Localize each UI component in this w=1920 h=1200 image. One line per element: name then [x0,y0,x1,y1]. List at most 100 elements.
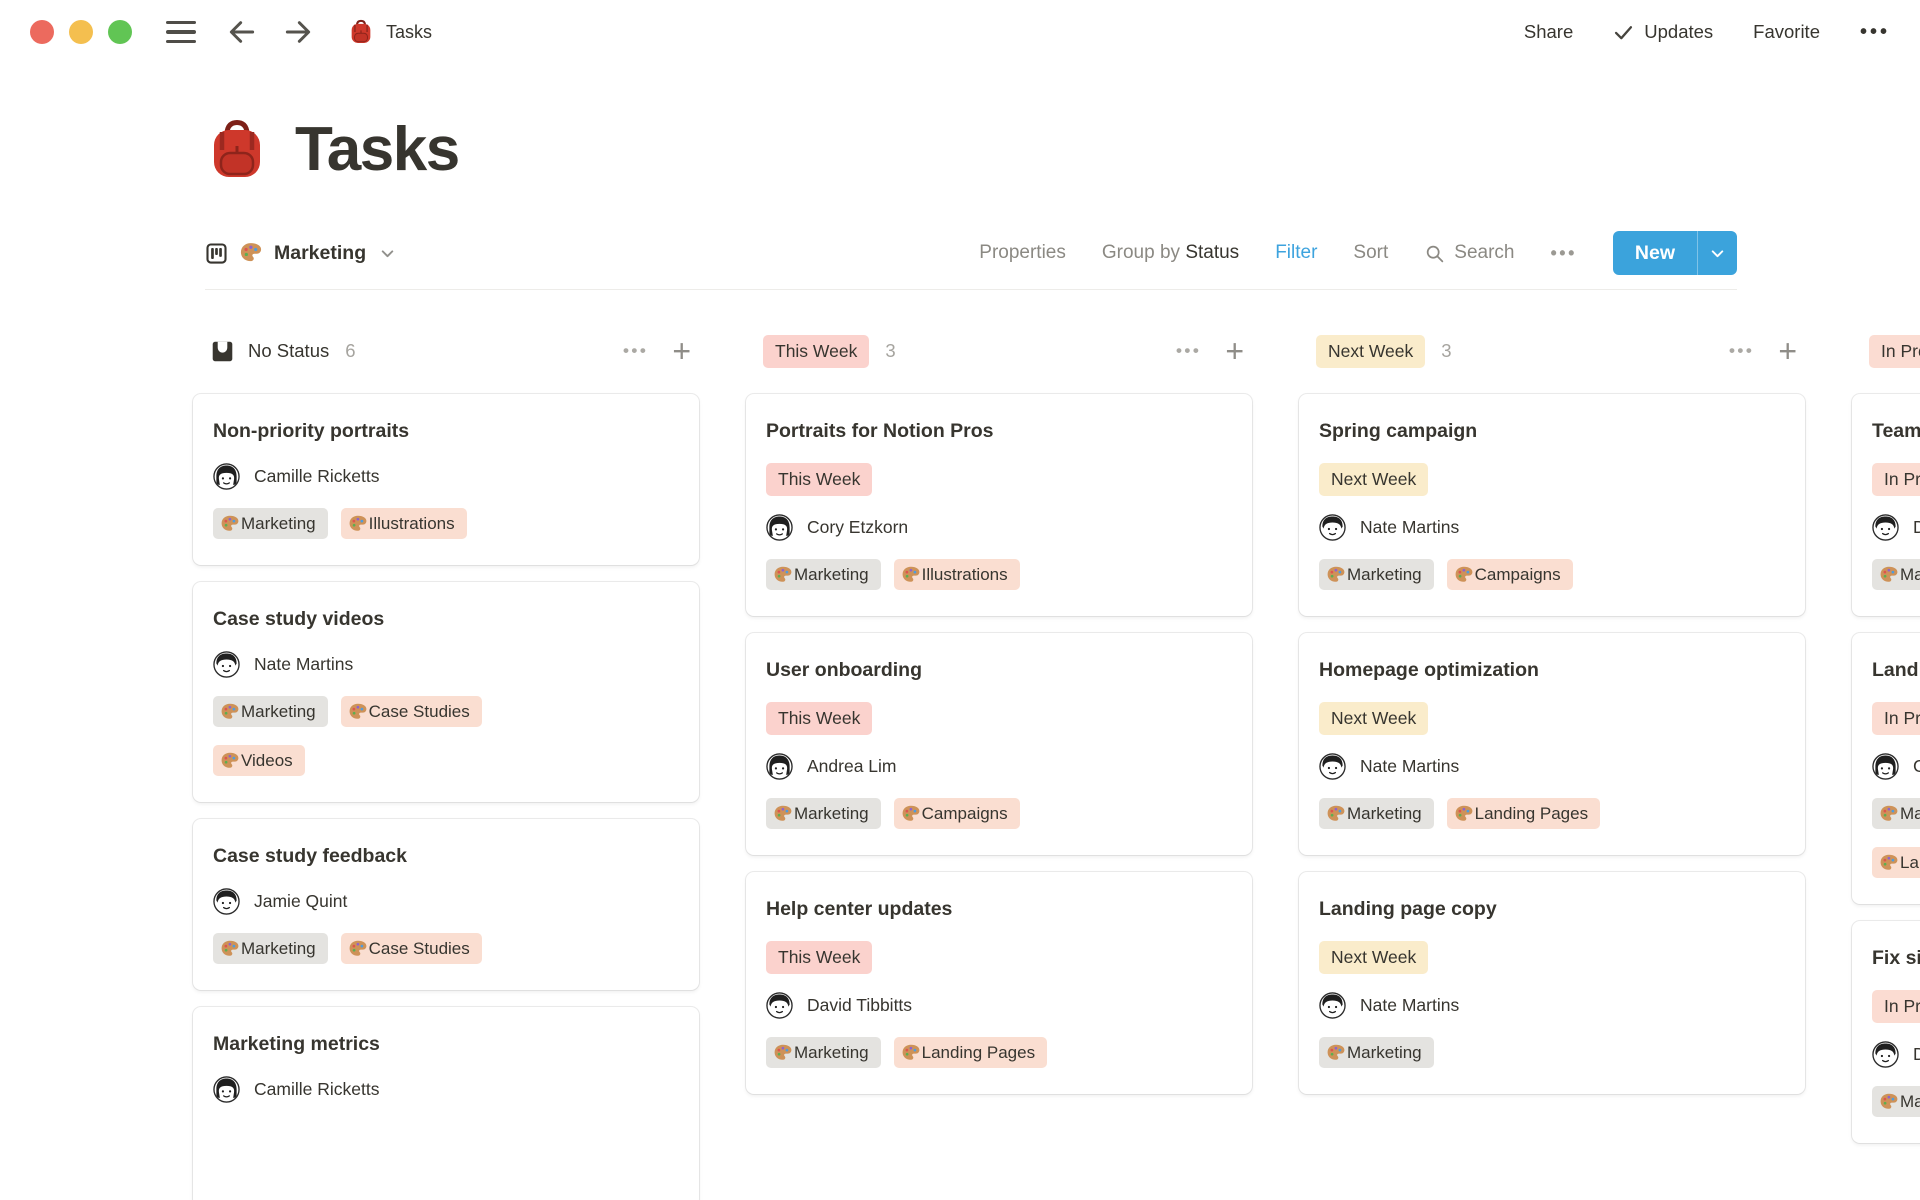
palette-icon [1454,804,1474,824]
assignee-row: Jamie Quint [213,888,679,915]
task-card[interactable]: Fix site In Progress David Marketing [1852,921,1920,1143]
assignee-row: Camille Ricketts [213,1076,679,1103]
avatar [213,463,240,490]
task-card[interactable]: Non-priority portraits Camille Ricketts … [193,394,699,565]
forward-arrow-icon[interactable] [282,16,314,48]
avatar [1872,514,1899,541]
search-button[interactable]: Search [1424,242,1514,264]
task-card[interactable]: Landing page copy Next Week Nate Martins… [1299,872,1805,1094]
task-card[interactable]: Team In Progress David Marketing [1852,394,1920,616]
backpack-icon [348,19,374,45]
properties-button[interactable]: Properties [979,242,1066,264]
minimize-window-button[interactable] [69,20,93,44]
group-by-value: Status [1185,242,1240,263]
assignee-row: David Tibbitts [766,992,1232,1019]
column-more-button[interactable]: ••• [1176,341,1201,361]
avatar [1872,1041,1899,1068]
updates-button[interactable]: Updates [1613,21,1713,43]
more-menu-button[interactable]: ••• [1860,21,1890,44]
tag-label: Marketing [794,1042,869,1062]
card-title: Fix site [1872,947,1920,969]
kanban-board: No Status 6 ••• + Non-priority portraits… [193,330,1920,1200]
new-dropdown-button[interactable] [1697,231,1737,275]
status-badge: This Week [766,702,873,735]
palette-icon [901,1043,921,1063]
tag-chip: Marketing [766,559,881,590]
palette-icon [1454,565,1474,585]
palette-icon [220,939,240,959]
favorite-button[interactable]: Favorite [1753,21,1820,43]
column-more-button[interactable]: ••• [1729,341,1754,361]
task-card[interactable]: Homepage optimization Next Week Nate Mar… [1299,633,1805,855]
avatar [766,753,793,780]
group-by-button[interactable]: Group by Status [1102,242,1239,264]
column-no-status: No Status 6 ••• + Non-priority portraits… [193,330,699,1200]
task-card[interactable]: Case study videos Nate Martins Marketing… [193,582,699,802]
tag-label: Landing Pages [1474,803,1589,823]
board-view-icon [205,242,228,265]
status-badge: In Progress [1872,990,1920,1023]
share-button[interactable]: Share [1524,21,1573,43]
column-next-week: Next Week 3 ••• + Spring campaign Next W… [1299,330,1805,1111]
tag-list: Marketing Landing Pages [1319,798,1785,829]
column-this-week: This Week 3 ••• + Portraits for Notion P… [746,330,1252,1111]
filter-button[interactable]: Filter [1275,242,1317,264]
sort-button[interactable]: Sort [1353,242,1388,264]
zoom-window-button[interactable] [108,20,132,44]
tag-chip: Marketing [1319,559,1434,590]
column-header: In Progress [1852,330,1920,372]
tag-chip: Marketing [1872,1086,1920,1117]
column-header: No Status 6 ••• + [193,330,699,372]
column-more-button[interactable]: ••• [623,341,648,361]
card-title: Landing page copy [1319,898,1497,920]
tag-chip: Marketing [1319,1037,1434,1068]
palette-icon [1879,853,1899,873]
assignee-name: Camille Ricketts [254,466,380,486]
assignee-name: David [1913,517,1920,537]
task-card[interactable]: Case study feedback Jamie Quint Marketin… [193,819,699,990]
tag-label: Case Studies [368,938,470,958]
task-card[interactable]: Portraits for Notion Pros This Week Cory… [746,394,1252,616]
new-button-label[interactable]: New [1613,231,1697,275]
tag-chip: Marketing [1319,798,1434,829]
palette-icon [1879,565,1899,585]
column-add-button[interactable]: + [1778,335,1797,367]
assignee-name: Nate Martins [1360,995,1460,1015]
task-card[interactable]: User onboarding This Week Andrea Lim Mar… [746,633,1252,855]
assignee-name: Camille Ricketts [254,1079,380,1099]
assignee-name: David Tibbitts [807,995,913,1015]
avatar [766,992,793,1019]
view-more-button[interactable]: ••• [1550,243,1576,264]
close-window-button[interactable] [30,20,54,44]
task-card[interactable]: Help center updates This Week David Tibb… [746,872,1252,1094]
view-switcher[interactable]: Marketing [205,241,396,265]
search-label: Search [1454,242,1515,263]
tag-list: Marketing Landing Pages [766,1037,1232,1068]
assignee-name: Andrea Lim [807,756,897,776]
page-backpack-icon[interactable] [205,118,269,182]
avatar [213,888,240,915]
check-icon [1613,22,1634,43]
page-header: Tasks [205,114,1737,185]
status-badge: Next Week [1319,702,1429,735]
view-name: Marketing [274,241,367,264]
status-badge: In Progress [1872,702,1920,735]
status-badge: Next Week [1319,463,1429,496]
avatar [1872,753,1899,780]
task-card[interactable]: Marketing metrics Camille Ricketts [193,1007,699,1200]
column-add-button[interactable]: + [1225,335,1244,367]
tag-list: Marketing [1872,559,1920,590]
page-title[interactable]: Tasks [295,114,460,185]
assignee-row: Nate Martins [213,651,679,678]
sidebar-toggle-icon[interactable] [166,21,196,43]
breadcrumb[interactable]: Tasks [348,19,432,45]
new-button[interactable]: New [1612,231,1737,275]
assignee-row: Andrea Lim [766,753,1232,780]
task-card[interactable]: Landing In Progress Camille Marketing La… [1852,633,1920,904]
column-add-button[interactable]: + [672,335,691,367]
tag-chip: Illustrations [340,508,467,539]
traffic-lights [30,20,132,44]
task-card[interactable]: Spring campaign Next Week Nate Martins M… [1299,394,1805,616]
tag-list: Landing Pages [1872,847,1920,878]
back-arrow-icon[interactable] [226,16,258,48]
